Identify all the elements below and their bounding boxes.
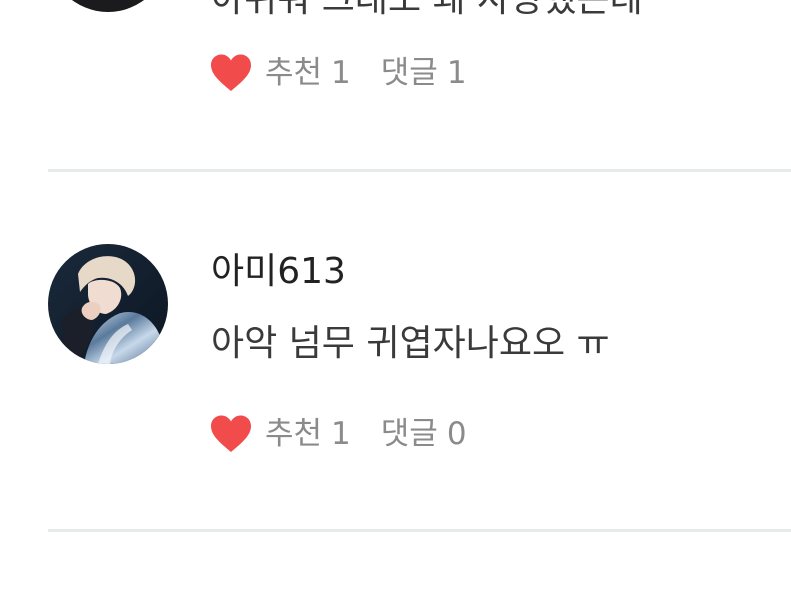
avatar[interactable] bbox=[48, 0, 168, 12]
reply-count: 1 bbox=[446, 54, 467, 91]
recommend-label[interactable]: 추천 bbox=[265, 57, 322, 89]
divider bbox=[48, 169, 791, 172]
comment-stats: 추천 1 댓글 1 bbox=[209, 50, 467, 96]
reply-count: 0 bbox=[446, 415, 467, 452]
reply-label[interactable]: 댓글 bbox=[381, 57, 438, 89]
divider bbox=[48, 529, 791, 532]
comment-text: 아쉬워 그래도 왜 사랑했는데 bbox=[211, 0, 643, 18]
recommend-count: 1 bbox=[331, 415, 351, 452]
reply-label[interactable]: 댓글 bbox=[381, 418, 438, 450]
username[interactable]: 아미613 bbox=[211, 254, 346, 290]
heart-icon[interactable] bbox=[209, 53, 253, 93]
comment-stats: 추천 1 댓글 0 bbox=[209, 411, 467, 457]
recommend-count: 1 bbox=[331, 54, 351, 91]
recommend-label[interactable]: 추천 bbox=[265, 418, 322, 450]
user-avatar[interactable] bbox=[48, 244, 168, 364]
heart-icon[interactable] bbox=[209, 414, 253, 454]
comment-text: 아악 넘무 귀엽자나요오 ㅠ bbox=[211, 323, 610, 364]
